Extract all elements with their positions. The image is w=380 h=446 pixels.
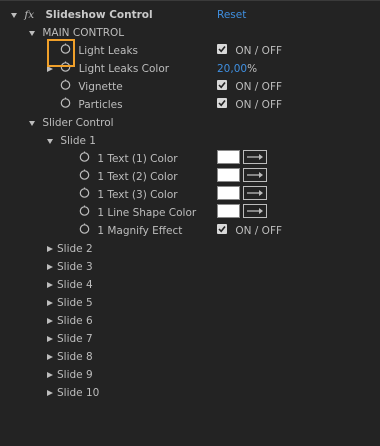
property-text-2-color[interactable]: 1 Text (2) Color	[0, 168, 380, 186]
collapse-triangle-icon[interactable]	[29, 31, 35, 36]
group-slide-10[interactable]: Slide 10	[0, 384, 380, 402]
eyedropper-icon[interactable]	[243, 168, 267, 182]
group-label: Slide 10	[57, 387, 100, 399]
group-label: Slide 4	[57, 279, 93, 291]
stopwatch-icon[interactable]	[60, 79, 71, 90]
collapse-triangle-icon[interactable]	[11, 13, 17, 18]
group-label: Slide 7	[57, 333, 93, 345]
expand-triangle-icon[interactable]	[47, 336, 53, 342]
stopwatch-icon[interactable]	[79, 151, 90, 162]
effect-controls-panel: fx Slideshow Control Reset MAIN CONTROL …	[0, 0, 380, 446]
eyedropper-icon[interactable]	[243, 186, 267, 200]
effect-header-row[interactable]: fx Slideshow Control Reset	[0, 6, 380, 24]
group-label: Slide 9	[57, 369, 93, 381]
property-text-1-color[interactable]: 1 Text (1) Color	[0, 150, 380, 168]
property-label: 1 Text (1) Color	[97, 153, 178, 165]
effect-title: Slideshow Control	[45, 9, 153, 21]
property-magnify-effect[interactable]: 1 Magnify Effect ON / OFF	[0, 222, 380, 240]
color-swatch[interactable]	[217, 186, 240, 200]
property-label: 1 Text (3) Color	[97, 189, 178, 201]
checkbox-label: ON / OFF	[235, 81, 283, 93]
expand-triangle-icon[interactable]	[47, 300, 53, 306]
color-swatch[interactable]	[217, 168, 240, 182]
expand-triangle-icon[interactable]	[47, 354, 53, 360]
group-slide-5[interactable]: Slide 5	[0, 294, 380, 312]
stopwatch-icon[interactable]	[79, 169, 90, 180]
group-slider-control[interactable]: Slider Control	[0, 114, 380, 132]
group-label: Slide 5	[57, 297, 93, 309]
group-slide-4[interactable]: Slide 4	[0, 276, 380, 294]
property-label: Light Leaks Color	[78, 63, 170, 75]
color-swatch[interactable]	[217, 150, 240, 164]
group-slide-3[interactable]: Slide 3	[0, 258, 380, 276]
stopwatch-icon[interactable]	[79, 205, 90, 216]
checkbox[interactable]	[217, 80, 227, 90]
property-label: Light Leaks	[78, 45, 138, 57]
eyedropper-icon[interactable]	[243, 204, 267, 218]
checkbox-label: ON / OFF	[235, 99, 283, 111]
group-label: Slide 2	[57, 243, 93, 255]
collapse-triangle-icon[interactable]	[29, 121, 35, 126]
property-label: 1 Line Shape Color	[97, 207, 197, 219]
group-label: Slide 6	[57, 315, 93, 327]
value-scrubber[interactable]: 20,00	[217, 63, 247, 75]
fx-icon[interactable]: fx	[24, 9, 34, 21]
expand-triangle-icon[interactable]	[47, 318, 53, 324]
group-slide-2[interactable]: Slide 2	[0, 240, 380, 258]
stopwatch-icon[interactable]	[60, 97, 71, 108]
property-label: Particles	[78, 99, 123, 111]
expand-triangle-icon[interactable]	[47, 282, 53, 288]
expand-triangle-icon[interactable]	[47, 264, 53, 270]
stopwatch-icon[interactable]	[79, 187, 90, 198]
property-label: 1 Text (2) Color	[97, 171, 178, 183]
property-vignette[interactable]: Vignette ON / OFF	[0, 78, 380, 96]
property-text-3-color[interactable]: 1 Text (3) Color	[0, 186, 380, 204]
group-slide-8[interactable]: Slide 8	[0, 348, 380, 366]
group-label: MAIN CONTROL	[42, 27, 125, 39]
value-unit: %	[247, 63, 258, 75]
group-label: Slider Control	[42, 117, 114, 129]
property-label: 1 Magnify Effect	[97, 225, 183, 237]
stopwatch-highlight	[47, 39, 75, 67]
checkbox-label: ON / OFF	[235, 225, 283, 237]
eyedropper-icon[interactable]	[243, 150, 267, 164]
property-line-shape-color[interactable]: 1 Line Shape Color	[0, 204, 380, 222]
expand-triangle-icon[interactable]	[47, 372, 53, 378]
collapse-triangle-icon[interactable]	[47, 139, 53, 144]
expand-triangle-icon[interactable]	[47, 390, 53, 396]
group-slide-6[interactable]: Slide 6	[0, 312, 380, 330]
group-slide-7[interactable]: Slide 7	[0, 330, 380, 348]
property-label: Vignette	[78, 81, 123, 93]
group-label: Slide 8	[57, 351, 93, 363]
group-slide-1[interactable]: Slide 1	[0, 132, 380, 150]
checkbox[interactable]	[217, 224, 227, 234]
group-slide-9[interactable]: Slide 9	[0, 366, 380, 384]
group-label: Slide 1	[60, 135, 96, 147]
group-label: Slide 3	[57, 261, 93, 273]
checkbox-label: ON / OFF	[235, 45, 283, 57]
stopwatch-icon[interactable]	[79, 223, 90, 234]
checkbox[interactable]	[217, 98, 227, 108]
reset-link[interactable]: Reset	[217, 6, 246, 24]
color-swatch[interactable]	[217, 204, 240, 218]
expand-triangle-icon[interactable]	[47, 246, 53, 252]
checkbox[interactable]	[217, 44, 227, 54]
property-particles[interactable]: Particles ON / OFF	[0, 96, 380, 114]
